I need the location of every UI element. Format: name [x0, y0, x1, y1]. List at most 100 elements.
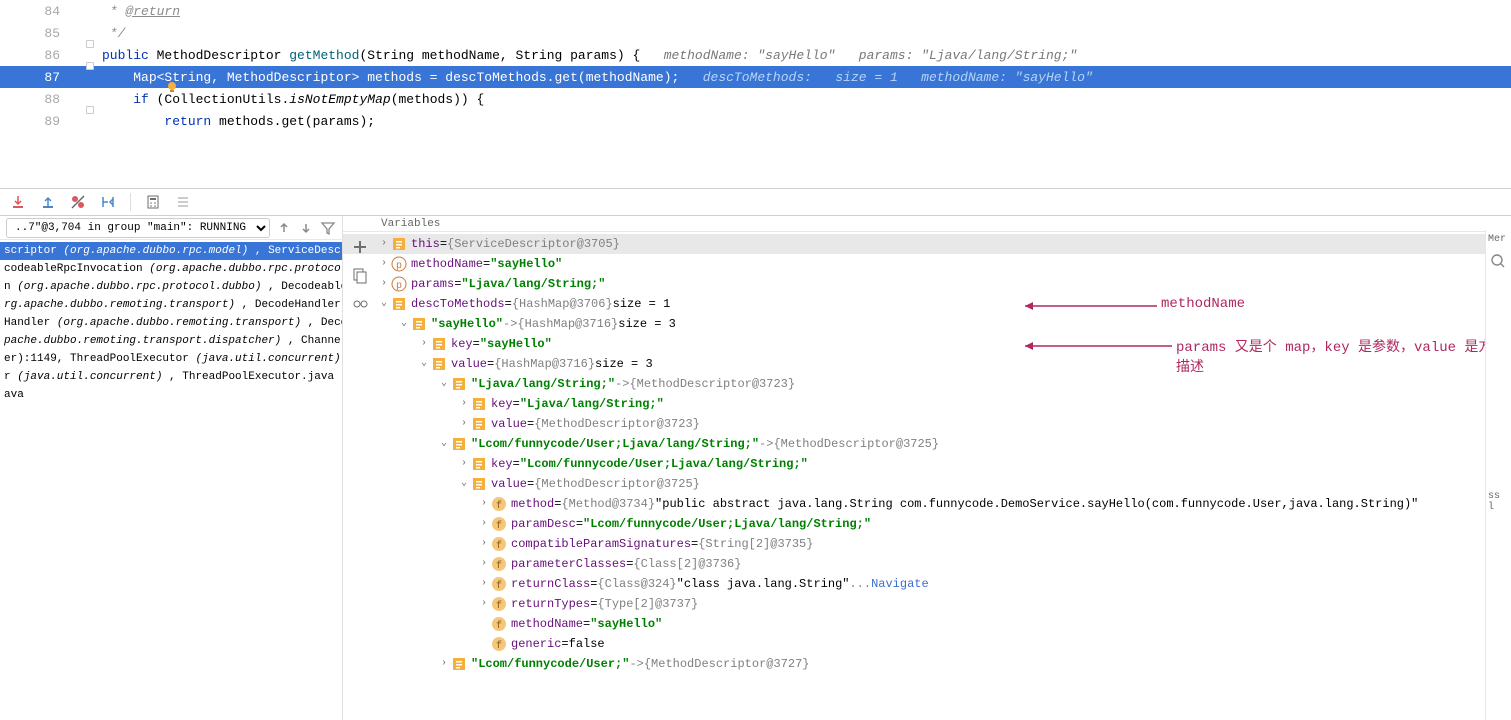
frame-item[interactable]: Handler (org.apache.dubbo.remoting.trans… [0, 314, 342, 332]
mute-breakpoints-icon[interactable] [70, 194, 86, 210]
class-icon [451, 656, 467, 672]
expand-arrow-icon[interactable]: › [417, 334, 431, 354]
expand-arrow-icon[interactable]: › [457, 454, 471, 474]
expand-arrow-icon[interactable]: › [377, 254, 391, 274]
variable-row[interactable]: ⌄"Ljava/lang/String;" -> {MethodDescript… [343, 374, 1511, 394]
fold-marker[interactable] [86, 106, 94, 114]
expand-arrow-icon[interactable]: ⌄ [417, 354, 431, 374]
ofield-icon: f [491, 596, 507, 612]
variables-tree[interactable]: ›this = {ServiceDescriptor@3705}›pmethod… [343, 232, 1511, 720]
line-number: 86 [0, 48, 80, 63]
line-number: 88 [0, 92, 80, 107]
field-icon [431, 356, 447, 372]
add-watch-icon[interactable] [351, 238, 369, 256]
debug-toolbar [0, 188, 1511, 216]
variable-row[interactable]: ›fcompatibleParamSignatures = {String[2]… [343, 534, 1511, 554]
search-icon[interactable] [1490, 253, 1506, 269]
svg-text:f: f [496, 500, 502, 512]
expand-arrow-icon[interactable]: › [477, 514, 491, 534]
expand-arrow-icon[interactable]: › [477, 594, 491, 614]
variable-row[interactable]: ›value = {MethodDescriptor@3723} [343, 414, 1511, 434]
frame-item[interactable]: scriptor (org.apache.dubbo.rpc.model) , … [0, 242, 342, 260]
export-up-icon[interactable] [40, 194, 56, 210]
copy-icon[interactable] [351, 266, 369, 284]
expand-arrow-icon[interactable]: ⌄ [397, 314, 411, 334]
variable-row[interactable]: fmethodName = "sayHello" [343, 614, 1511, 634]
line-number: 87 [0, 70, 80, 85]
variable-row[interactable]: ›this = {ServiceDescriptor@3705} [343, 234, 1511, 254]
ofield-icon: f [491, 556, 507, 572]
list-icon[interactable] [175, 194, 191, 210]
frame-item[interactable]: rg.apache.dubbo.remoting.transport) , De… [0, 296, 342, 314]
variable-row[interactable]: ›pparams = "Ljava/lang/String;" [343, 274, 1511, 294]
variable-row[interactable]: ⌄"Lcom/funnycode/User;Ljava/lang/String;… [343, 434, 1511, 454]
variable-row[interactable]: fgeneric = false [343, 634, 1511, 654]
variable-row[interactable]: ›key = "Lcom/funnycode/User;Ljava/lang/S… [343, 454, 1511, 474]
thread-selector[interactable]: ..7"@3,704 in group "main": RUNNING [6, 218, 270, 238]
breakpoint-line[interactable]: 87 Map<String, MethodDescriptor> methods… [0, 66, 1511, 88]
class-icon [451, 436, 467, 452]
frames-list[interactable]: scriptor (org.apache.dubbo.rpc.model) , … [0, 240, 342, 720]
next-frame-icon[interactable] [298, 220, 314, 236]
expand-arrow-icon[interactable]: › [457, 414, 471, 434]
expand-arrow-icon[interactable]: › [477, 574, 491, 594]
class-icon [451, 376, 467, 392]
ofield-icon: f [491, 636, 507, 652]
param-icon: p [391, 256, 407, 272]
export-down-icon[interactable] [10, 194, 26, 210]
svg-text:f: f [496, 520, 502, 532]
frame-item[interactable]: n (org.apache.dubbo.rpc.protocol.dubbo) … [0, 278, 342, 296]
variable-row[interactable]: ›fparamDesc = "Lcom/funnycode/User;Ljava… [343, 514, 1511, 534]
field-icon [431, 336, 447, 352]
intention-bulb-icon[interactable] [165, 80, 179, 94]
expand-arrow-icon[interactable]: ⌄ [457, 474, 471, 494]
variable-row[interactable]: ⌄value = {HashMap@3716} size = 3 [343, 354, 1511, 374]
fold-marker[interactable] [86, 62, 94, 70]
variable-row[interactable]: ›freturnTypes = {Type[2]@3737} [343, 594, 1511, 614]
frame-item[interactable]: pache.dubbo.remoting.transport.dispatche… [0, 332, 342, 350]
variable-row[interactable]: ⌄value = {MethodDescriptor@3725} [343, 474, 1511, 494]
calculator-icon[interactable] [145, 194, 161, 210]
expand-arrow-icon[interactable]: ⌄ [437, 374, 451, 394]
prev-frame-icon[interactable] [276, 220, 292, 236]
variable-row[interactable]: ›freturnClass = {Class@324} "class java.… [343, 574, 1511, 594]
frame-item[interactable]: r (java.util.concurrent) , ThreadPoolExe… [0, 368, 342, 386]
thread-dump-icon[interactable] [100, 194, 116, 210]
frame-item[interactable]: codeableRpcInvocation (org.apache.dubbo.… [0, 260, 342, 278]
expand-arrow-icon[interactable]: › [477, 534, 491, 554]
svg-text:f: f [496, 620, 502, 632]
svg-text:f: f [496, 580, 502, 592]
line-number: 89 [0, 114, 80, 129]
variable-row[interactable]: ›key = "Ljava/lang/String;" [343, 394, 1511, 414]
fold-marker[interactable] [86, 40, 94, 48]
variable-row[interactable]: ⌄"sayHello" -> {HashMap@3716} size = 3 [343, 314, 1511, 334]
expand-arrow-icon[interactable]: › [437, 654, 451, 674]
expand-arrow-icon[interactable]: › [477, 494, 491, 514]
line-number: 84 [0, 4, 80, 19]
variable-row[interactable]: ›"Lcom/funnycode/User;" -> {MethodDescri… [343, 654, 1511, 674]
expand-arrow-icon[interactable]: › [377, 234, 391, 254]
expand-arrow-icon[interactable]: › [477, 554, 491, 574]
frame-item[interactable]: er):1149, ThreadPoolExecutor (java.util.… [0, 350, 342, 368]
navigate-link[interactable]: Navigate [871, 574, 929, 594]
right-sidebar: Mer ss l [1485, 230, 1511, 720]
variable-row[interactable]: ⌄descToMethods = {HashMap@3706} size = 1 [343, 294, 1511, 314]
line-number: 85 [0, 26, 80, 41]
variable-row[interactable]: ›fmethod = {Method@3734} "public abstrac… [343, 494, 1511, 514]
ofield-icon: f [491, 496, 507, 512]
expand-arrow-icon[interactable]: › [377, 274, 391, 294]
class-icon [411, 316, 427, 332]
svg-text:f: f [496, 640, 502, 652]
glasses-icon[interactable] [351, 294, 369, 312]
expand-arrow-icon[interactable]: ⌄ [437, 434, 451, 454]
frame-item[interactable]: ava [0, 386, 342, 404]
ofield-icon: f [491, 576, 507, 592]
filter-icon[interactable] [320, 220, 336, 236]
variable-row[interactable]: ›key = "sayHello" [343, 334, 1511, 354]
field-icon [471, 396, 487, 412]
expand-arrow-icon[interactable]: ⌄ [377, 294, 391, 314]
variable-row[interactable]: ›fparameterClasses = {Class[2]@3736} [343, 554, 1511, 574]
expand-arrow-icon[interactable]: › [457, 394, 471, 414]
variable-row[interactable]: ›pmethodName = "sayHello" [343, 254, 1511, 274]
code-editor[interactable]: 84 * @return 85 */ 86 public MethodDescr… [0, 0, 1511, 188]
